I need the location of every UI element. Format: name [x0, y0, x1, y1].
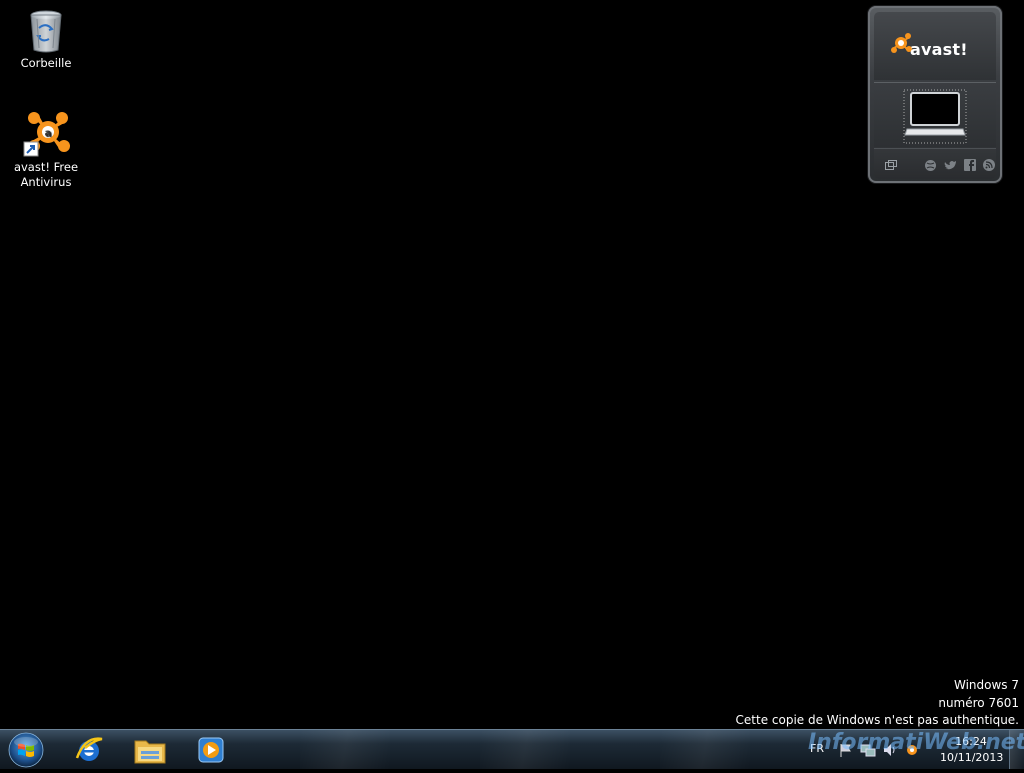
desktop-icon-label: Corbeille: [20, 56, 72, 70]
clock-date: 10/11/2013: [940, 751, 1004, 764]
rss-icon: [983, 159, 995, 171]
taskbar-windows-explorer[interactable]: [123, 731, 177, 768]
volume-icon[interactable]: [882, 742, 898, 758]
genuine-warning: Cette copie de Windows n'est pas authent…: [735, 713, 1019, 727]
system-tray: FR 16:24 10/11/2013: [800, 730, 1024, 769]
clock[interactable]: 16:24 10/11/2013: [940, 734, 1004, 766]
gadget-toolbar: [874, 148, 996, 179]
desktop-icon-label: avast! Free Antivirus: [13, 160, 79, 189]
taskbar-media-player[interactable]: [184, 731, 238, 768]
network-icon[interactable]: [860, 742, 876, 758]
window-icon: [885, 160, 897, 170]
gadget-header: avast!: [874, 12, 996, 80]
gadget-rss-button[interactable]: [982, 158, 996, 172]
windows-activation-notice: Windows 7 numéro 7601 Cette copie de Win…: [736, 677, 1019, 730]
svg-text:a: a: [45, 128, 52, 139]
facebook-icon: [964, 159, 976, 171]
windows-explorer-icon: [134, 740, 166, 763]
twitter-icon: [944, 160, 956, 169]
avast-logo-icon: [891, 33, 912, 53]
taskbar-decoration: [300, 730, 390, 769]
avast-tray-icon[interactable]: [904, 742, 920, 758]
globe-icon: [924, 159, 936, 171]
taskbar[interactable]: FR 16:24 10/11/2013: [0, 729, 1024, 769]
gadget-brand: avast!: [910, 40, 968, 59]
windows-build: numéro 7601: [938, 695, 1019, 710]
windows-version: Windows 7: [953, 678, 1019, 692]
taskbar-decoration: [480, 730, 570, 769]
laptop-icon: [903, 89, 967, 144]
desktop-icon-recycle-bin[interactable]: Corbeille: [8, 6, 84, 71]
action-center-flag-icon[interactable]: [838, 742, 854, 758]
clock-time: 16:24: [955, 735, 987, 748]
media-player-icon: [198, 737, 224, 762]
start-button[interactable]: [5, 731, 47, 769]
language-indicator[interactable]: FR: [810, 742, 824, 755]
gadget-twitter-button[interactable]: [943, 158, 957, 172]
gadget-status[interactable]: [874, 83, 996, 147]
show-desktop-button[interactable]: [1009, 730, 1024, 769]
gadget-window-button[interactable]: [884, 158, 898, 172]
taskbar-internet-explorer[interactable]: [62, 731, 116, 768]
recycle-bin-icon: [30, 10, 62, 53]
internet-explorer-icon: [75, 736, 103, 761]
avast-icon: a: [23, 112, 70, 157]
taskbar-decoration: [660, 730, 750, 769]
desktop[interactable]: Corbeille a avast! Free Antivirus avast!…: [0, 0, 1024, 730]
gadget-facebook-button[interactable]: [963, 158, 977, 172]
gadget-web-button[interactable]: [923, 158, 937, 172]
avast-gadget[interactable]: avast!: [868, 6, 1002, 183]
desktop-icon-avast[interactable]: a avast! Free Antivirus: [8, 110, 84, 190]
windows-orb-icon: [8, 732, 44, 768]
